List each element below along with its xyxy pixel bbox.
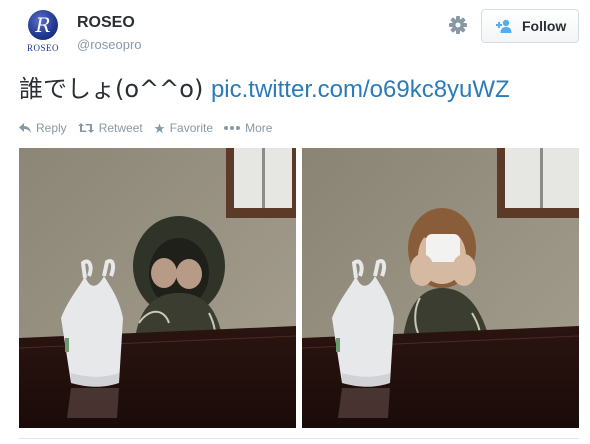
retweet-label: Retweet bbox=[98, 121, 143, 135]
tweet-body: 誰でしょ(o^^o) bbox=[19, 75, 211, 103]
tweet-text: 誰でしょ(o^^o) pic.twitter.com/o69kc8yuWZ bbox=[19, 74, 510, 105]
photo-masked-person-with-bag bbox=[302, 148, 579, 428]
reply-button[interactable]: Reply bbox=[19, 121, 67, 135]
more-dots-icon bbox=[224, 126, 241, 130]
favorite-label: Favorite bbox=[169, 121, 214, 135]
retweet-button[interactable]: Retweet bbox=[77, 121, 143, 135]
more-button[interactable]: More bbox=[224, 121, 272, 135]
retweet-icon bbox=[77, 123, 94, 133]
tweet-actions: Reply Retweet Favorite More bbox=[19, 121, 283, 135]
more-label: More bbox=[245, 121, 273, 135]
add-user-icon bbox=[496, 19, 512, 33]
divider bbox=[19, 438, 579, 439]
avatar-logo-letter: R bbox=[35, 13, 51, 37]
tweet-photo-1[interactable] bbox=[19, 148, 296, 428]
tweet-photo-2[interactable] bbox=[302, 148, 579, 428]
reply-label: Reply bbox=[36, 121, 67, 135]
reply-icon bbox=[19, 123, 31, 133]
avatar[interactable]: R ROSEO bbox=[19, 9, 67, 57]
follow-button[interactable]: Follow bbox=[481, 9, 579, 43]
photo-hooded-person-with-bag bbox=[19, 148, 296, 428]
follow-label: Follow bbox=[522, 18, 567, 34]
favorite-button[interactable]: Favorite bbox=[154, 121, 213, 135]
gear-icon[interactable] bbox=[447, 14, 469, 36]
user-handle[interactable]: @roseopro bbox=[77, 37, 142, 52]
avatar-logo-text: ROSEO bbox=[26, 43, 59, 53]
user-name[interactable]: ROSEO bbox=[77, 14, 135, 32]
tweet-pic-link[interactable]: pic.twitter.com/o69kc8yuWZ bbox=[211, 76, 510, 103]
star-icon bbox=[154, 122, 165, 133]
